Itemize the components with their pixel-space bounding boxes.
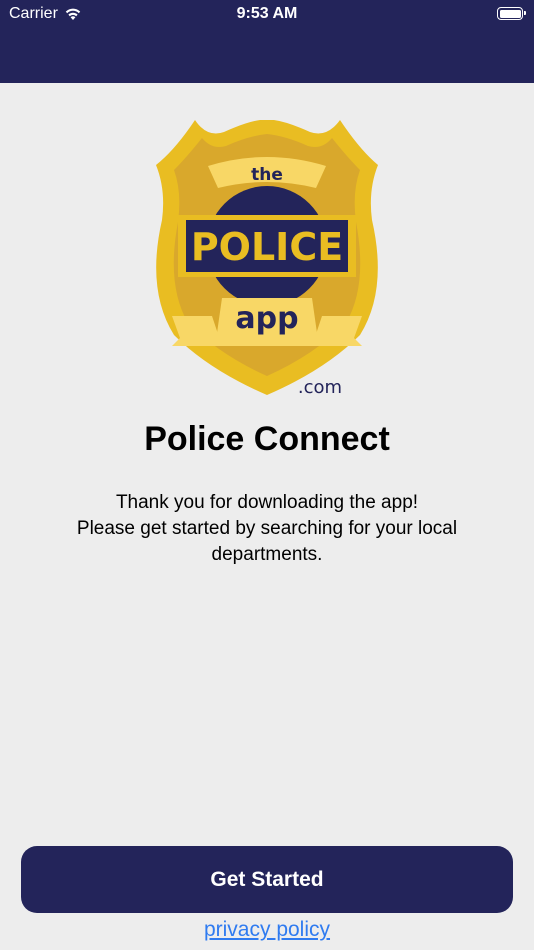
welcome-message: Thank you for downloading the app! Pleas… <box>40 490 494 568</box>
logo-word-main: POLICE <box>191 225 343 269</box>
welcome-message-line: Thank you for downloading the app! <box>115 492 419 513</box>
status-time: 9:53 AM <box>236 5 298 22</box>
welcome-message-line: Please get started by searching for your… <box>76 518 458 539</box>
battery-icon <box>497 7 526 20</box>
status-bar: Carrier 9:53 AM <box>0 0 534 28</box>
police-app-logo: the POLICE app .com <box>156 120 378 398</box>
welcome-message-line: departments. <box>211 544 323 565</box>
page-title: Police Connect <box>144 420 390 458</box>
privacy-policy-link[interactable]: privacy policy <box>0 918 534 942</box>
logo-domain: .com <box>298 377 342 398</box>
get-started-button[interactable]: Get Started <box>21 846 513 913</box>
logo-word-bottom: app <box>235 301 298 336</box>
logo-word-top: the <box>251 165 283 185</box>
